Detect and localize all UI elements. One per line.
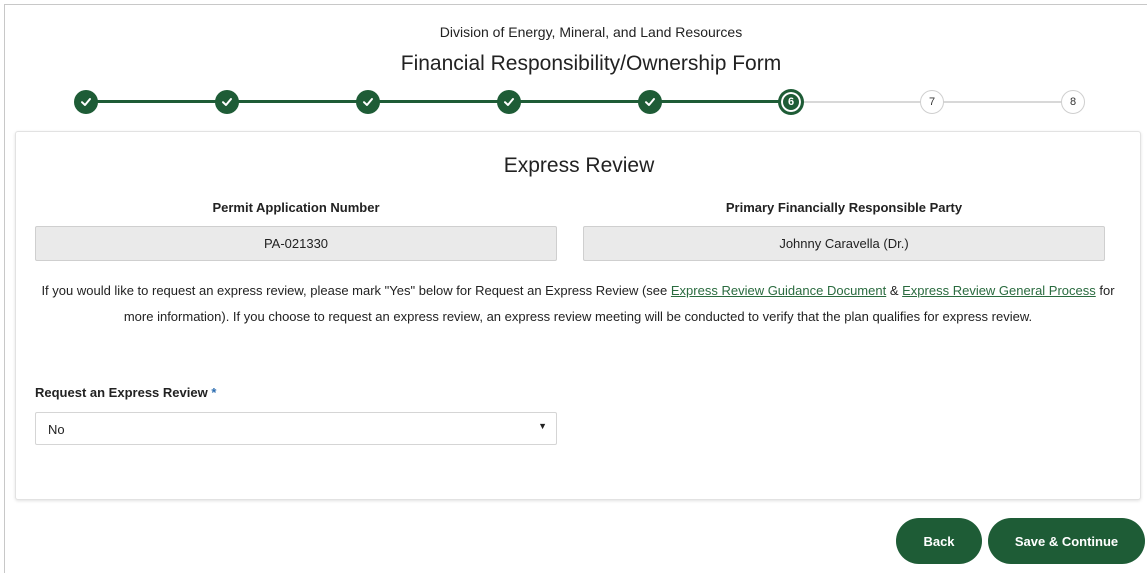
step-2[interactable] <box>215 90 239 114</box>
request-express-review-label: Request an Express Review * <box>35 385 216 400</box>
request-express-review-select[interactable]: No ▼ <box>35 412 557 445</box>
division-name: Division of Energy, Mineral, and Land Re… <box>439 24 743 40</box>
save-continue-button[interactable]: Save & Continue <box>988 518 1145 564</box>
check-icon <box>504 98 514 106</box>
responsible-party-field: Johnny Caravella (Dr.) <box>583 226 1105 261</box>
form-title: Financial Responsibility/Ownership Form <box>400 52 782 75</box>
step-5[interactable] <box>638 90 662 114</box>
check-icon <box>645 98 655 106</box>
progress-stepper: 6 7 8 <box>74 90 1090 116</box>
general-process-link[interactable]: Express Review General Process <box>902 283 1096 298</box>
info-text: & <box>886 283 903 298</box>
step-6-current[interactable]: 6 <box>779 90 803 114</box>
permit-number-label: Permit Application Number <box>212 200 380 215</box>
step-number: 8 <box>1069 96 1077 108</box>
selected-value: No <box>48 422 65 437</box>
check-icon <box>222 98 232 106</box>
step-1[interactable] <box>74 90 98 114</box>
guidance-document-link[interactable]: Express Review Guidance Document <box>671 283 886 298</box>
permit-number-field: PA-021330 <box>35 226 557 261</box>
required-indicator: * <box>211 385 217 400</box>
step-number: 7 <box>928 96 936 108</box>
caret-down-icon: ▼ <box>538 421 547 431</box>
express-review-card: Express Review Permit Application Number… <box>15 131 1141 500</box>
step-8[interactable]: 8 <box>1061 90 1085 114</box>
step-4[interactable] <box>497 90 521 114</box>
step-number: 6 <box>787 96 795 108</box>
request-label-text: Request an Express Review <box>35 385 208 400</box>
form-header: Division of Energy, Mineral, and Land Re… <box>0 0 1147 128</box>
responsible-party-label: Primary Financially Responsible Party <box>725 200 963 215</box>
section-title: Express Review <box>503 154 655 177</box>
back-button[interactable]: Back <box>896 518 982 564</box>
stepper-line-complete <box>86 100 791 103</box>
step-3[interactable] <box>356 90 380 114</box>
check-icon <box>81 98 91 106</box>
info-text: If you would like to request an express … <box>41 283 671 298</box>
step-7[interactable]: 7 <box>920 90 944 114</box>
check-icon <box>363 98 373 106</box>
express-review-info: If you would like to request an express … <box>40 278 1116 330</box>
